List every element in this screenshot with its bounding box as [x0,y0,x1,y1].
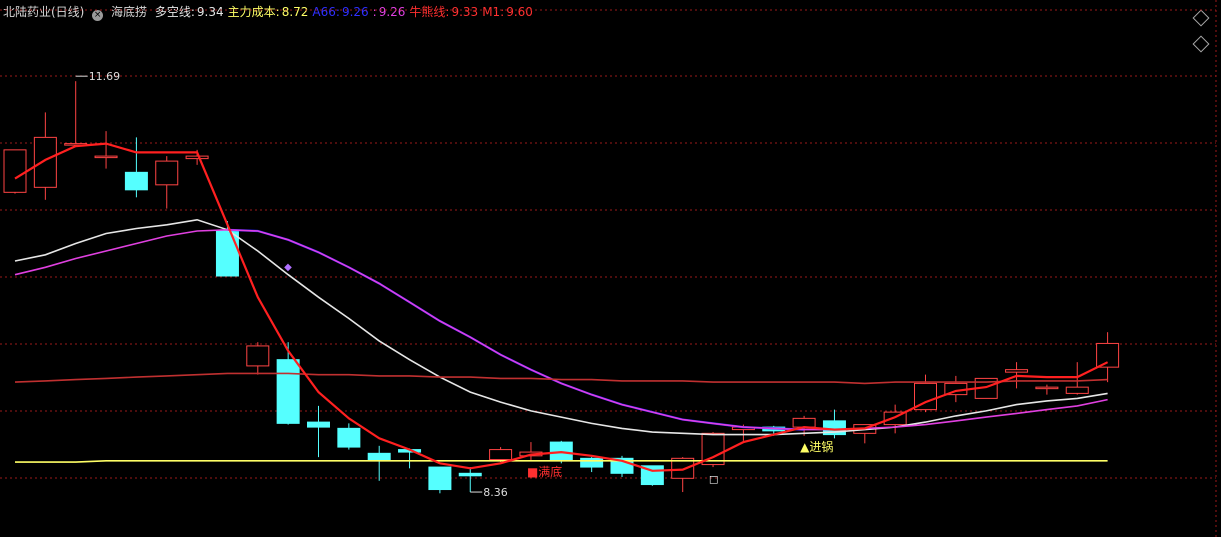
candle-body [3,149,27,193]
candle-body [185,155,209,160]
candle-body [428,466,452,491]
candle-body [276,359,300,424]
series-line [14,228,1108,431]
candle-body [1035,386,1059,390]
candle-body [1005,369,1029,373]
signal-label: ▲进锅 [800,439,833,454]
signal-label: ■满底 [527,464,562,479]
candle-body [367,452,391,461]
candle-body [94,155,118,159]
series-line [14,372,1108,385]
indicator-lines [14,142,1109,472]
candle-body [580,457,604,468]
series-line [227,228,805,431]
candle-body [33,136,57,188]
candle-body [246,345,270,367]
series-line [14,218,1108,436]
candlestick-chart: 11.69 8.36 ▲进锅 ■满底 ◆ □ [0,0,1217,537]
candle-body [792,417,816,428]
candle-body [124,171,148,191]
candle-body [489,449,513,461]
candle-body [1065,386,1089,394]
grid-lines [0,0,1217,537]
extreme-price-label: 11.69 [89,70,121,83]
candle-body [155,160,179,186]
candle-body [337,427,361,448]
extreme-price-label: 8.36 [483,486,508,499]
candle-body [458,472,482,477]
candle-body [1096,342,1120,368]
signal-label: ◆ [284,262,292,273]
signal-label: □ [709,474,718,485]
candle-body [307,421,330,428]
candle-body [215,230,239,277]
